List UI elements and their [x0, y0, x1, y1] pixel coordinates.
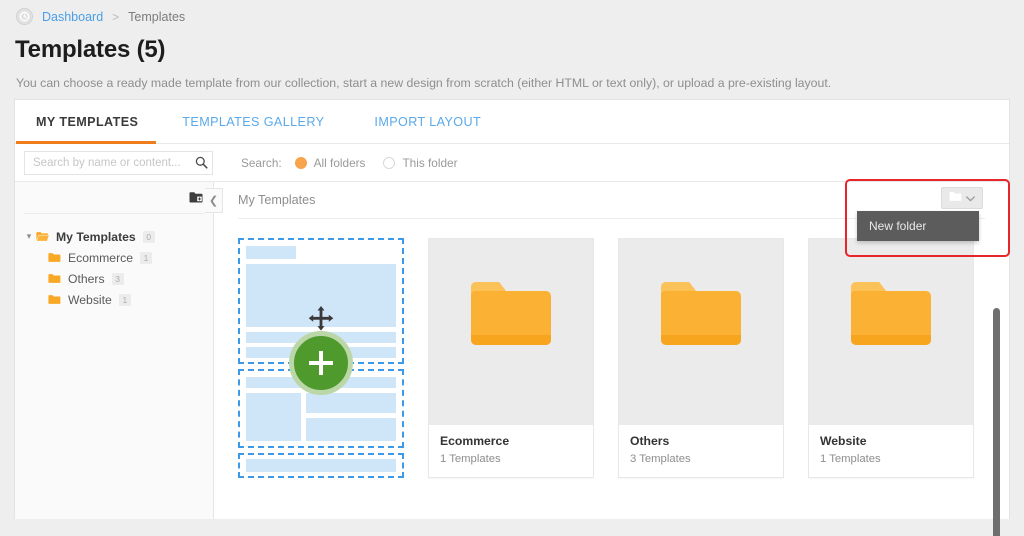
chevron-left-icon: ❮ [208, 195, 219, 207]
layout-block [246, 246, 296, 259]
folder-icon [469, 279, 553, 353]
tree-item-my-templates[interactable]: ▾ My Templates 0 [15, 226, 213, 247]
tab-bar: MY TEMPLATES TEMPLATES GALLERY IMPORT LA… [15, 100, 1009, 144]
breadcrumb-current: Templates [128, 9, 186, 24]
folder-thumbnail [809, 239, 973, 425]
search-scope-label: Search: [241, 155, 282, 170]
tree-item-label: Ecommerce [68, 250, 134, 265]
templates-grid: Ecommerce 1 Templates Others 3 Templates… [214, 219, 1009, 478]
new-folder-menu-item[interactable]: New folder [857, 211, 979, 241]
chevron-down-icon [966, 189, 975, 207]
radio-all-folders[interactable]: All folders [294, 155, 366, 170]
new-template-placeholder [238, 238, 404, 478]
folder-card-count: 3 Templates [630, 453, 691, 465]
tab-my-templates[interactable]: MY TEMPLATES [36, 100, 138, 144]
tree-item-website[interactable]: Website 1 [15, 289, 213, 310]
radio-all-folders-dot [294, 156, 307, 169]
radio-all-folders-label: All folders [313, 155, 366, 170]
tab-templates-gallery[interactable]: TEMPLATES GALLERY [182, 100, 324, 144]
search-field-wrapper [24, 150, 213, 175]
folder-card[interactable]: Ecommerce 1 Templates [428, 238, 594, 478]
chevron-down-icon[interactable]: ▾ [22, 231, 36, 242]
add-template-button[interactable] [289, 331, 353, 395]
layout-block [246, 459, 396, 472]
tree-item-label: My Templates [56, 229, 136, 244]
breadcrumb: Dashboard > Templates [16, 8, 185, 25]
tree-item-label: Website [68, 292, 112, 307]
folder-tree-list: ▾ My Templates 0 Ecommerce 1 Others 3 We… [15, 214, 213, 310]
radio-this-folder-dot [383, 156, 396, 169]
breadcrumb-dashboard-link[interactable]: Dashboard [42, 10, 103, 24]
templates-page: Dashboard > Templates Templates (5) You … [0, 0, 1024, 536]
tree-item-others[interactable]: Others 3 [15, 268, 213, 289]
breadcrumb-separator: > [112, 9, 120, 24]
folder-card-count: 1 Templates [820, 453, 881, 465]
folder-tree-pane: ▾ My Templates 0 Ecommerce 1 Others 3 We… [15, 182, 214, 519]
search-scope-group: Search: All folders This folder [241, 156, 476, 170]
dashboard-circle-icon [16, 8, 33, 25]
tree-item-badge: 3 [111, 272, 124, 285]
folder-tile-ecommerce[interactable]: Ecommerce 1 Templates [428, 238, 594, 478]
search-bar: Search: All folders This folder [15, 144, 1009, 182]
folder-icon [48, 273, 61, 284]
page-title: Templates (5) [15, 36, 166, 63]
new-template-tile[interactable] [238, 238, 404, 478]
vertical-scrollbar[interactable] [993, 308, 1000, 536]
folder-plus-icon[interactable] [189, 191, 203, 204]
collapse-tree-button[interactable]: ❮ [205, 188, 223, 213]
layout-block [246, 393, 301, 441]
tree-item-ecommerce[interactable]: Ecommerce 1 [15, 247, 213, 268]
folder-tree-toolbar [15, 182, 213, 213]
folder-icon [659, 279, 743, 353]
folder-card-meta: Others 3 Templates [619, 425, 783, 477]
folder-icon [48, 252, 61, 263]
panel-body: ▾ My Templates 0 Ecommerce 1 Others 3 We… [15, 182, 1009, 536]
tree-item-badge: 1 [118, 293, 131, 306]
templates-panel: MY TEMPLATES TEMPLATES GALLERY IMPORT LA… [14, 99, 1010, 536]
radio-this-folder-label: This folder [402, 155, 458, 170]
folder-card-meta: Website 1 Templates [809, 425, 973, 477]
search-icon[interactable] [191, 156, 212, 169]
folder-icon [849, 279, 933, 353]
search-input[interactable] [25, 156, 191, 169]
folder-card-meta: Ecommerce 1 Templates [429, 425, 593, 477]
templates-content-pane: ❮ My Templates New folder Ecommerce 1 Te… [205, 182, 1009, 536]
folder-card-name: Ecommerce [440, 434, 510, 448]
folder-icon [949, 189, 962, 207]
folder-card-name: Website [820, 434, 867, 448]
radio-this-folder[interactable]: This folder [383, 155, 458, 170]
layout-block [306, 393, 396, 413]
tree-item-label: Others [68, 271, 105, 286]
folder-card-count: 1 Templates [440, 453, 501, 465]
folder-open-icon [36, 231, 49, 242]
folder-card[interactable]: Website 1 Templates [808, 238, 974, 478]
folder-thumbnail [429, 239, 593, 425]
folder-icon [48, 294, 61, 305]
folder-tile-website[interactable]: Website 1 Templates [808, 238, 974, 478]
folder-card-name: Others [630, 434, 670, 448]
current-folder-title: My Templates [238, 193, 316, 207]
tree-item-badge: 1 [140, 251, 153, 264]
tab-import-layout[interactable]: IMPORT LAYOUT [374, 100, 481, 144]
layout-block [306, 418, 396, 441]
tree-item-badge: 0 [142, 230, 155, 243]
folder-thumbnail [619, 239, 783, 425]
folder-tile-others[interactable]: Others 3 Templates [618, 238, 784, 478]
folder-card[interactable]: Others 3 Templates [618, 238, 784, 478]
new-folder-button[interactable] [941, 187, 983, 209]
page-description: You can choose a ready made template fro… [16, 76, 832, 90]
